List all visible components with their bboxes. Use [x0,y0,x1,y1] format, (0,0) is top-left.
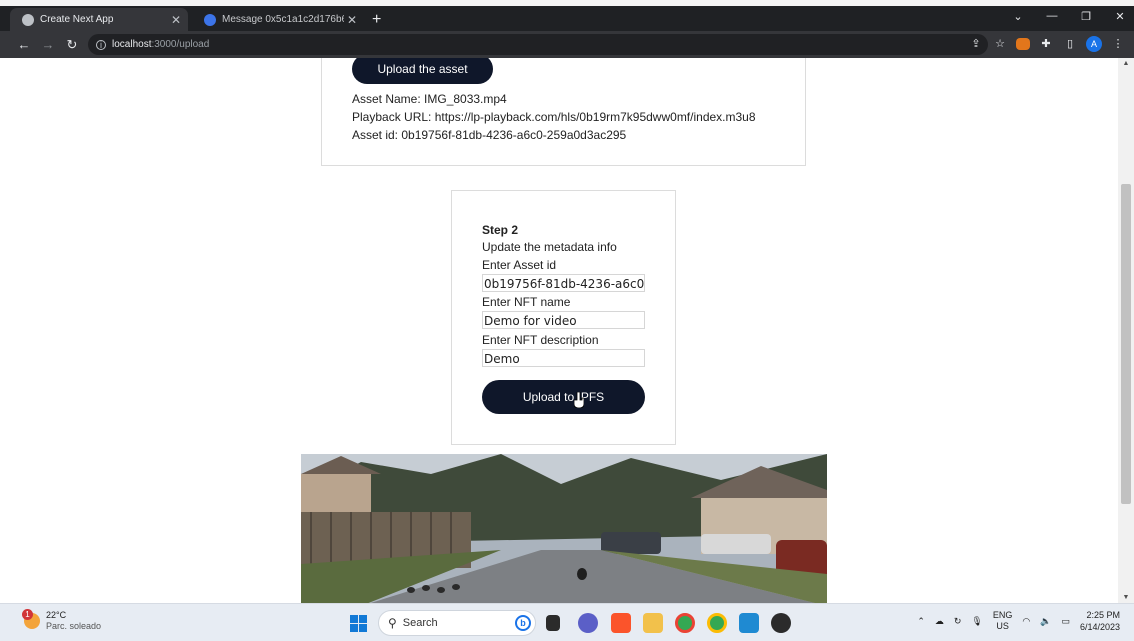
file-explorer-icon[interactable] [643,613,663,633]
window-controls: ⌄ — ❐ ✕ [1010,10,1128,23]
obs-studio-icon[interactable] [771,613,791,633]
share-icon[interactable]: ⇪ [968,36,984,52]
taskbar-search[interactable]: ⚲ Search b [378,610,536,636]
weather-widget[interactable]: 1 22°C Parc. soleado [22,609,102,632]
nft-name-label: Enter NFT name [482,295,571,309]
search-icon: ⚲ [388,616,397,630]
vscode-icon[interactable] [739,613,759,633]
tab-title: Message 0x5c1a1c2d176b644e2 [222,14,344,25]
toolbar-actions: ⇪ ☆ ✚ ▯ A ⋮ [968,36,1126,52]
scroll-up-icon[interactable]: ▲ [1118,60,1134,67]
show-hidden-icons-icon[interactable]: ⌃ [917,616,925,627]
step2-subheading: Update the metadata info [482,240,617,254]
weather-sun-icon: 1 [22,609,40,629]
close-window-icon[interactable]: ✕ [1112,10,1128,23]
video-frame-image [301,454,827,603]
bookmark-star-icon[interactable]: ☆ [992,36,1008,52]
asset-name-text: Asset Name: IMG_8033.mp4 [352,92,507,106]
step2-heading: Step 2 [482,223,519,237]
menu-kebab-icon[interactable]: ⋮ [1110,36,1126,52]
upload-to-ipfs-button[interactable]: Upload to IPFS [482,380,645,414]
chrome-profile-icon[interactable] [707,613,727,633]
clock-time: 2:25 PM [1086,610,1120,620]
nft-description-input[interactable]: Demo [482,349,645,367]
scrollbar-thumb[interactable] [1121,184,1131,504]
tab-search-icon[interactable]: ⌄ [1010,10,1026,23]
browser-tab-bar: Create Next App ✕ Message 0x5c1a1c2d176b… [0,6,1134,31]
forward-icon[interactable]: → [36,37,60,52]
metamask-extension-icon[interactable] [1016,38,1030,50]
temperature-text: 22°C [46,610,67,620]
weather-condition-text: Parc. soleado [46,621,102,631]
sync-icon[interactable]: ↻ [954,616,962,627]
windows-start-icon[interactable] [350,615,367,632]
battery-icon[interactable]: ▭ [1061,616,1070,627]
chrome-icon[interactable] [675,613,695,633]
address-bar[interactable]: i localhost :3000/upload [88,34,988,55]
upload-asset-button[interactable]: Upload the asset [352,58,493,84]
close-tab-icon[interactable]: ✕ [344,13,360,27]
asset-id-input[interactable]: 0b19756f-81db-4236-a6c0-259a0d3ac295 [482,274,645,292]
playback-url-text: Playback URL: https://lp-playback.com/hl… [352,110,756,124]
mouse-cursor-icon [574,392,584,408]
onedrive-cloud-icon[interactable]: ☁ [935,616,944,627]
asset-id-text: Asset id: 0b19756f-81db-4236-a6c0-259a0d… [352,128,627,142]
nft-name-input[interactable]: Demo for video [482,311,645,329]
tab-create-next-app[interactable]: Create Next App ✕ [10,8,188,31]
notification-badge: 1 [22,609,33,620]
task-view-icon[interactable] [546,615,560,631]
step1-card: Upload the asset Asset Name: IMG_8033.mp… [321,58,806,166]
step2-card: Step 2 Update the metadata info Enter As… [451,190,676,445]
url-path: :3000/upload [151,39,210,50]
clock-date: 6/14/2023 [1079,622,1120,632]
language-indicator[interactable]: ENG US [993,610,1013,632]
close-tab-icon[interactable]: ✕ [168,13,184,27]
info-icon[interactable]: i [96,39,106,50]
new-tab-icon[interactable]: + [372,12,381,28]
video-player[interactable] [301,454,827,603]
back-icon[interactable]: ← [12,37,36,52]
globe-icon [22,13,34,26]
language-code: ENG [992,610,1013,620]
windows-taskbar: 1 22°C Parc. soleado ⚲ Search b ⌃ ☁ ↻ 🎙 … [0,603,1134,641]
page-scrollbar[interactable]: ▲ ▼ [1118,58,1134,603]
scroll-down-icon[interactable]: ▼ [1118,594,1134,601]
keyboard-layout: US [996,621,1009,631]
wifi-icon[interactable]: ◠ [1022,616,1030,627]
url-host: localhost [112,39,152,50]
reload-icon[interactable]: ↻ [60,37,84,53]
profile-avatar[interactable]: A [1086,36,1102,52]
teams-chat-icon[interactable] [578,613,598,633]
restore-icon[interactable]: ❐ [1078,10,1094,23]
system-tray: ⌃ ☁ ↻ 🎙 ENG US ◠ 🔈 ▭ 2:25 PM 6/14/2023 [917,609,1120,633]
metamask-message-icon [204,13,216,26]
nft-description-label: Enter NFT description [482,333,599,347]
minimize-icon[interactable]: — [1044,10,1060,23]
asset-id-label: Enter Asset id [482,258,557,272]
side-panel-icon[interactable]: ▯ [1062,36,1078,52]
clock[interactable]: 2:25 PM 6/14/2023 [1080,609,1120,633]
tab-message[interactable]: Message 0x5c1a1c2d176b644e2 ✕ [192,8,364,31]
volume-icon[interactable]: 🔈 [1040,616,1051,627]
bing-icon[interactable]: b [515,615,531,631]
microphone-icon[interactable]: 🎙 [971,616,982,627]
search-placeholder: Search [402,617,438,629]
brave-browser-icon[interactable] [611,613,631,633]
page-viewport: Upload the asset Asset Name: IMG_8033.mp… [8,58,1118,603]
extensions-puzzle-icon[interactable]: ✚ [1038,36,1054,52]
tab-title: Create Next App [40,14,114,25]
browser-toolbar: ← → ↻ i localhost :3000/upload ⇪ ☆ ✚ ▯ A… [0,31,1134,58]
